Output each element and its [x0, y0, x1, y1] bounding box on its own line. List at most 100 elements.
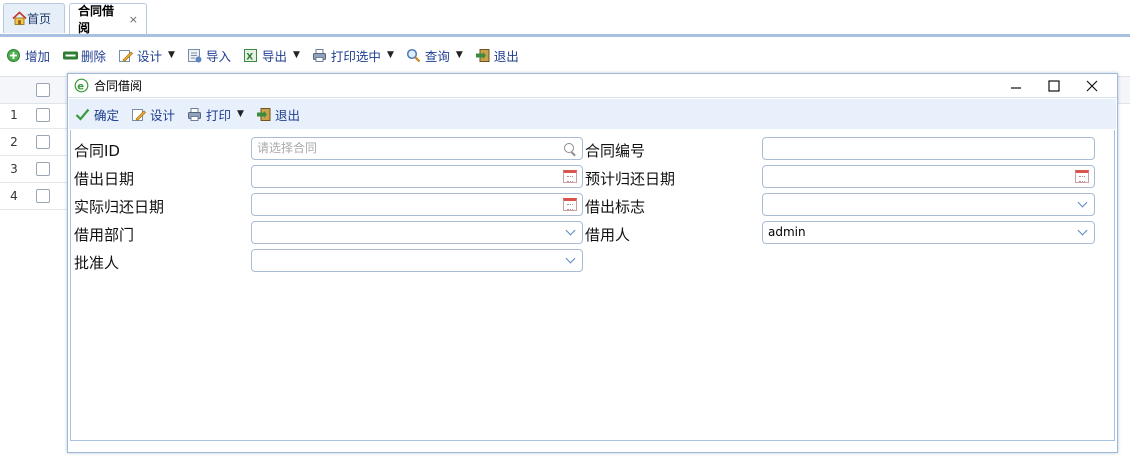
table-row[interactable]: 4: [0, 183, 70, 210]
borrow-dept-select[interactable]: [251, 221, 583, 244]
import-label: 导入: [205, 48, 231, 64]
minimize-button[interactable]: [997, 74, 1035, 98]
form-area: 合同ID 请选择合同 合同编号 借出日期 预计归还日期 实际归还日期 借出标志: [70, 130, 1115, 441]
chevron-down-icon: ▼: [168, 50, 175, 60]
delete-icon: [62, 48, 79, 63]
tab-contract-borrow-label: 合同借阅: [78, 4, 115, 35]
borrower-value: admin: [768, 225, 806, 239]
delete-label: 删除: [81, 48, 107, 64]
add-button[interactable]: 增加: [6, 46, 50, 65]
print-selected-button[interactable]: 打印选中 ▼: [312, 46, 394, 65]
print-selected-label: 打印选中: [330, 48, 381, 64]
main-toolbar: 增加 删除 设计 ▼ 导入 X 导出 ▼ 打印选中 ▼ 查询 ▼ 退出: [0, 37, 1130, 73]
table-row[interactable]: 3: [0, 156, 70, 183]
chevron-down-icon: ▼: [237, 109, 244, 119]
contract-id-field[interactable]: 请选择合同: [251, 137, 583, 160]
dialog-design-button[interactable]: 设计: [131, 105, 175, 124]
export-icon: X: [243, 48, 258, 63]
borrow-date-label: 借出日期: [74, 170, 135, 188]
dialog-exit-button[interactable]: 退出: [256, 105, 300, 124]
svg-text:e: e: [77, 82, 84, 93]
row-checkbox[interactable]: [36, 135, 50, 149]
tab-home-label: 首页: [27, 12, 52, 26]
check-icon: [75, 107, 90, 122]
calendar-icon[interactable]: [559, 167, 581, 186]
tab-close-icon[interactable]: ×: [129, 13, 138, 26]
exit-button[interactable]: 退出: [475, 46, 519, 65]
dialog-titlebar[interactable]: e 合同借阅: [68, 74, 1117, 98]
table-row[interactable]: 1: [0, 102, 70, 129]
exit-label: 退出: [493, 48, 519, 64]
design-label: 设计: [137, 48, 163, 64]
search-icon: [406, 48, 421, 63]
approver-label: 批准人: [74, 254, 120, 272]
chevron-down-icon[interactable]: [559, 223, 581, 242]
borrower-select[interactable]: admin: [762, 221, 1095, 244]
calendar-icon[interactable]: [1071, 167, 1093, 186]
chevron-down-icon: ▼: [293, 50, 300, 60]
borrow-dept-label: 借用部门: [74, 226, 135, 244]
borrow-flag-label: 借出标志: [585, 198, 646, 216]
chevron-down-icon[interactable]: [1071, 195, 1093, 214]
row-checkbox[interactable]: [36, 189, 50, 203]
contract-no-field[interactable]: [762, 137, 1095, 160]
borrower-label: 借用人: [585, 226, 631, 244]
search-icon[interactable]: [559, 139, 581, 158]
chevron-down-icon[interactable]: [1071, 223, 1093, 242]
approver-select[interactable]: [251, 249, 583, 272]
chevron-down-icon: ▼: [386, 50, 394, 60]
edit-icon: [118, 48, 134, 63]
row-checkbox[interactable]: [36, 108, 50, 122]
tab-bar: 首页 合同借阅 ×: [0, 0, 1130, 37]
confirm-button[interactable]: 确定: [75, 105, 119, 124]
delete-button[interactable]: 删除: [62, 46, 106, 65]
tab-contract-borrow[interactable]: 合同借阅 ×: [69, 3, 147, 35]
add-icon: [6, 48, 21, 63]
contract-id-label: 合同ID: [74, 142, 120, 160]
row-number: 1: [10, 108, 18, 122]
maximize-icon: [1048, 80, 1060, 92]
confirm-label: 确定: [94, 107, 120, 123]
printer-icon: [187, 107, 202, 122]
row-number: 3: [10, 162, 18, 176]
dialog-toolbar: 确定 设计 打印 ▼ 退出: [69, 99, 1116, 129]
expected-return-date-label: 预计归还日期: [585, 170, 676, 188]
export-button[interactable]: X 导出 ▼: [243, 46, 300, 65]
chevron-down-icon[interactable]: [559, 251, 581, 270]
contract-id-placeholder: 请选择合同: [257, 141, 318, 155]
minimize-icon: [1011, 87, 1021, 89]
home-icon: [12, 11, 27, 26]
calendar-icon[interactable]: [559, 195, 581, 214]
actual-return-date-field[interactable]: [251, 193, 583, 216]
maximize-button[interactable]: [1035, 74, 1073, 98]
query-button[interactable]: 查询 ▼: [406, 46, 463, 65]
expected-return-date-field[interactable]: [762, 165, 1095, 188]
export-label: 导出: [261, 48, 287, 64]
select-all-checkbox[interactable]: [36, 83, 50, 97]
row-number: 2: [10, 135, 18, 149]
borrow-flag-select[interactable]: [762, 193, 1095, 216]
row-checkbox[interactable]: [36, 162, 50, 176]
edit-icon: [131, 107, 147, 122]
printer-icon: [312, 48, 327, 63]
design-button[interactable]: 设计 ▼: [118, 46, 175, 65]
add-label: 增加: [25, 48, 51, 64]
chevron-down-icon: ▼: [455, 50, 463, 60]
browser-e-icon: e: [74, 78, 89, 93]
contract-no-label: 合同编号: [585, 142, 646, 160]
dialog-title: 合同借阅: [94, 79, 143, 93]
import-button[interactable]: 导入: [187, 46, 231, 65]
dialog-exit-label: 退出: [274, 107, 300, 123]
tab-home[interactable]: 首页: [3, 3, 65, 33]
import-icon: [187, 48, 202, 63]
svg-text:X: X: [246, 52, 253, 62]
close-button[interactable]: [1073, 74, 1111, 98]
dialog-print-label: 打印: [206, 107, 232, 123]
exit-icon: [256, 107, 271, 122]
borrow-date-field[interactable]: [251, 165, 583, 188]
dialog-print-button[interactable]: 打印 ▼: [187, 105, 244, 124]
row-number: 4: [10, 189, 18, 203]
close-icon: [1086, 80, 1098, 92]
table-row[interactable]: 2: [0, 129, 70, 156]
exit-icon: [475, 48, 490, 63]
